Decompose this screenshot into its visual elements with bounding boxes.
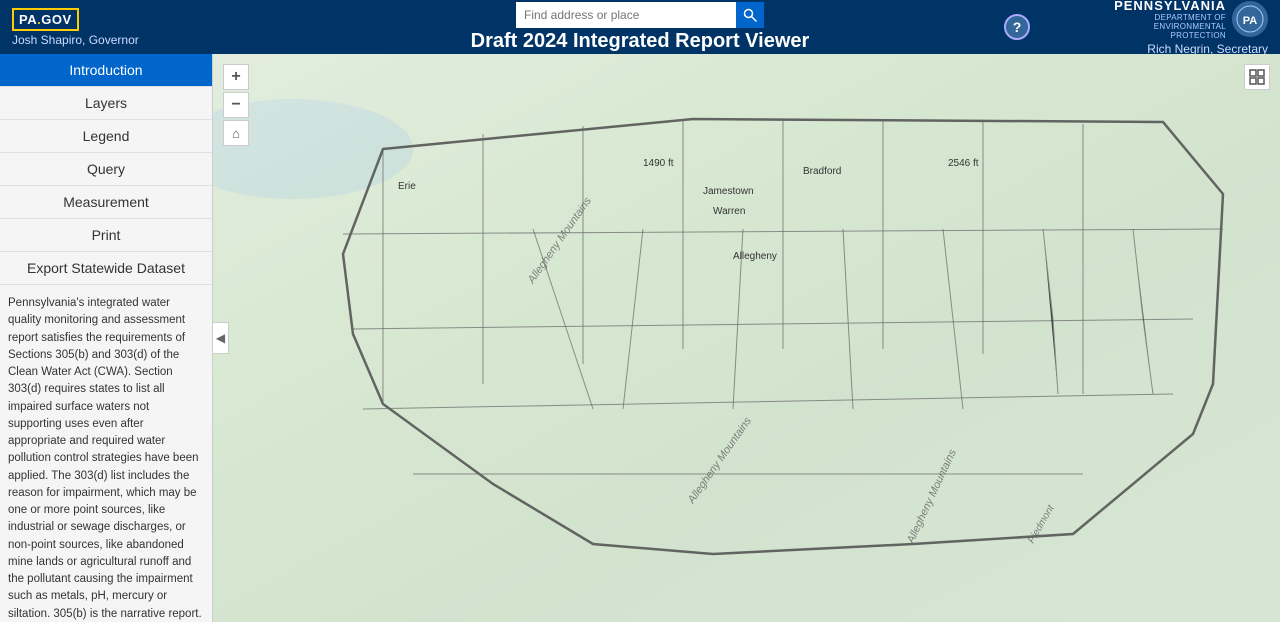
dep-logo-icon: PA (1232, 1, 1268, 37)
map-container[interactable]: Allegheny Mountains Allegheny Mountains … (213, 54, 1280, 622)
header-right: pennsylvania DEPARTMENT OFENVIRONMENTALP… (1048, 0, 1268, 56)
svg-text:Erie: Erie (398, 181, 416, 192)
header-center: Draft 2024 Integrated Report Viewer (232, 2, 1048, 53)
sidebar-item-print[interactable]: Print (0, 219, 212, 252)
header: PA.GOV Josh Shapiro, Governor Draft 2024… (0, 0, 1280, 54)
main-content: Introduction Layers Legend Query Measure… (0, 54, 1280, 622)
search-input[interactable] (516, 2, 736, 28)
pa-gov-badge[interactable]: PA.GOV (12, 8, 79, 31)
intro-text: Pennsylvania's integrated water quality … (8, 297, 202, 622)
svg-text:Allegheny: Allegheny (733, 251, 777, 262)
header-left: PA.GOV Josh Shapiro, Governor (12, 8, 232, 47)
svg-text:1490 ft: 1490 ft (643, 158, 674, 169)
help-icon[interactable]: ? (1004, 14, 1030, 40)
sidebar: Introduction Layers Legend Query Measure… (0, 54, 213, 622)
svg-text:2546 ft: 2546 ft (948, 158, 979, 169)
page-title: Draft 2024 Integrated Report Viewer (471, 30, 810, 53)
grid-icon-button[interactable] (1244, 64, 1270, 90)
search-bar (516, 2, 764, 28)
zoom-in-button[interactable]: + (223, 64, 249, 90)
sidebar-intro-content: Pennsylvania's integrated water quality … (0, 285, 212, 622)
home-button[interactable]: ⌂ (223, 120, 249, 146)
governor-name: Josh Shapiro, Governor (12, 33, 139, 47)
sidebar-item-measurement[interactable]: Measurement (0, 186, 212, 219)
pa-map-svg: Allegheny Mountains Allegheny Mountains … (213, 54, 1280, 622)
sidebar-collapse-button[interactable]: ◀ (213, 322, 229, 354)
sidebar-item-introduction[interactable]: Introduction (0, 54, 212, 87)
sidebar-item-legend[interactable]: Legend (0, 120, 212, 153)
search-button[interactable] (736, 2, 764, 28)
dep-dept-label: DEPARTMENT OFENVIRONMENTALPROTECTION (1154, 13, 1226, 40)
map-controls: + − ⌂ (223, 64, 249, 146)
dep-state-label: pennsylvania (1114, 0, 1226, 13)
svg-text:Warren: Warren (713, 206, 745, 217)
svg-text:Jamestown: Jamestown (703, 186, 754, 197)
pa-label: PA (19, 12, 37, 27)
search-icon (743, 8, 757, 22)
sidebar-item-layers[interactable]: Layers (0, 87, 212, 120)
pa-eagle-icon: PA (1236, 5, 1264, 33)
svg-text:PA: PA (1243, 15, 1258, 27)
sidebar-item-export[interactable]: Export Statewide Dataset (0, 252, 212, 285)
gov-text: GOV (41, 12, 71, 27)
dep-logo: pennsylvania DEPARTMENT OFENVIRONMENTALP… (1114, 0, 1268, 40)
svg-text:Bradford: Bradford (803, 166, 841, 177)
zoom-out-button[interactable]: − (223, 92, 249, 118)
collapse-icon: ◀ (216, 331, 225, 345)
sidebar-item-query[interactable]: Query (0, 153, 212, 186)
dep-text: pennsylvania DEPARTMENT OFENVIRONMENTALP… (1114, 0, 1226, 40)
map-background: Allegheny Mountains Allegheny Mountains … (213, 54, 1280, 622)
grid-icon (1249, 69, 1265, 85)
